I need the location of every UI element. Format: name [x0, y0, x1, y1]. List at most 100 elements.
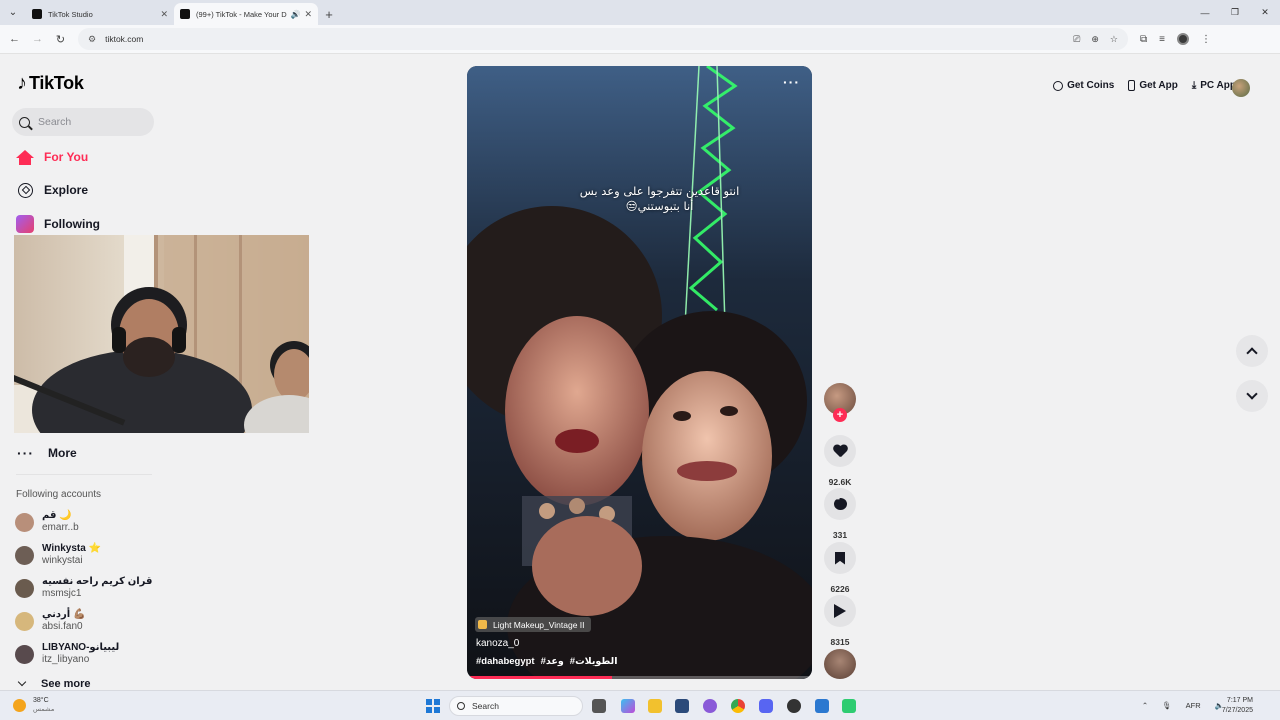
video-more-options-icon[interactable]: ··· [783, 74, 800, 90]
comment-count: 331 [832, 530, 848, 540]
compass-icon [17, 182, 33, 198]
system-clock[interactable]: 7:17 PM 7/27/2025 [1222, 696, 1253, 716]
task-view-icon[interactable] [592, 699, 606, 713]
brand-name: TikTok [29, 73, 84, 93]
get-app-button[interactable]: Get App [1128, 80, 1178, 91]
account-name: أردني 💪🏽 [42, 609, 86, 620]
windows-taskbar: 38°C مشمس Search ⌃ 🎙 AFR 🔈 7:17 PM 7/27/… [0, 690, 1280, 720]
save-button[interactable]: 6226 [824, 542, 856, 594]
app-icon[interactable] [703, 699, 717, 713]
speaker-icon[interactable]: 🔊 [290, 10, 300, 19]
nav-label: For You [44, 150, 89, 164]
zoom-icon[interactable]: ⊕ [1091, 34, 1099, 45]
nav-for-you[interactable]: For You [16, 148, 88, 166]
effect-label: Light Makeup_Vintage II [493, 619, 585, 630]
search-placeholder: Search [38, 116, 72, 128]
language-indicator[interactable]: AFR [1186, 701, 1201, 710]
following-account-item[interactable]: قم 🌙 emarr..b [15, 510, 79, 534]
profile-avatar-icon[interactable] [1176, 33, 1189, 45]
taskbar-search[interactable]: Search [449, 696, 583, 716]
account-handle: winkystai [42, 555, 83, 566]
site-info-icon[interactable]: ⚙ [88, 34, 96, 45]
new-tab-button[interactable]: + [318, 3, 340, 25]
window-controls: — ❐ ✕ [1190, 0, 1280, 25]
comment-button[interactable]: 331 [824, 488, 856, 540]
app-icon[interactable] [842, 699, 856, 713]
hashtag-link[interactable]: #الطويلات [570, 656, 618, 667]
nav-label: More [48, 446, 77, 460]
reload-icon[interactable]: ↻ [49, 33, 72, 46]
following-account-item[interactable]: LIBYANO-ليبيانو itz_libyano [15, 642, 119, 666]
see-more-button[interactable]: See more [17, 677, 91, 690]
file-explorer-icon[interactable] [648, 699, 662, 713]
close-window-icon[interactable]: ✕ [1250, 0, 1280, 25]
media-control-icon[interactable]: ≡ [1159, 34, 1165, 45]
search-input[interactable]: Search [12, 108, 154, 136]
shield-icon[interactable] [815, 699, 829, 713]
share-button[interactable]: 8315 [824, 595, 856, 647]
store-icon[interactable] [675, 699, 689, 713]
taskbar-search-label: Search [472, 701, 499, 711]
sound-disc-avatar[interactable] [824, 649, 856, 679]
caption-line: انتو قاعدين تتفرجوا على وعد بس [579, 184, 740, 198]
video-author[interactable]: kanoza_0 [476, 638, 519, 649]
nav-explore[interactable]: Explore [16, 181, 88, 199]
next-video-button[interactable] [1236, 380, 1268, 412]
effect-badge[interactable]: Light Makeup_Vintage II [475, 617, 591, 632]
weather-widget[interactable]: 38°C مشمس [13, 696, 54, 714]
follow-plus-icon[interactable]: + [833, 408, 847, 422]
get-coins-button[interactable]: Get Coins [1053, 80, 1114, 91]
browser-tab-strip: ⌄ TikTok Studio ✕ (99+) TikTok - Make Yo… [0, 0, 1280, 25]
header-actions: Get Coins Get App ⤓ PC App [1053, 80, 1236, 91]
bookmark-star-icon[interactable]: ☆ [1110, 34, 1118, 45]
search-icon [19, 116, 30, 128]
chrome-icon[interactable] [731, 699, 745, 713]
url-bar[interactable]: ⚙ tiktok.com ⎚ ⊕ ☆ [78, 28, 1128, 50]
following-account-item[interactable]: أردني 💪🏽 absi.fan0 [15, 609, 85, 633]
comment-icon [833, 497, 847, 510]
tab-search-chevron-icon[interactable]: ⌄ [0, 0, 26, 25]
windows-start-icon[interactable] [426, 699, 440, 713]
chevron-up-icon [1246, 347, 1258, 359]
pc-app-button[interactable]: ⤓ PC App [1192, 80, 1236, 91]
hashtag-link[interactable]: #dahabegypt [476, 656, 535, 667]
nav-more[interactable]: ··· More [17, 445, 77, 461]
restore-icon[interactable]: ❐ [1220, 0, 1250, 25]
following-icon [16, 215, 34, 233]
extensions-icon[interactable]: ⧉ [1140, 34, 1147, 45]
nav-label: Following [44, 217, 100, 231]
tab-tiktok-main[interactable]: (99+) TikTok - Make Your Day 🔊 ✕ [174, 3, 318, 25]
coin-icon [1053, 80, 1064, 91]
account-handle: itz_libyano [42, 654, 90, 665]
back-icon[interactable]: ← [3, 33, 26, 45]
previous-video-button[interactable] [1236, 335, 1268, 367]
like-button[interactable]: 92.6K [824, 435, 856, 487]
tiktok-logo[interactable]: ♪ TikTok [17, 72, 84, 95]
following-account-item[interactable]: Winkysta ⭐ winkystai [15, 543, 101, 567]
account-avatar [15, 644, 34, 664]
more-dots-icon: ··· [17, 445, 34, 461]
video-player[interactable]: ··· انتو قاعدين تتفرجوا على وعد بس أنا ب… [467, 66, 812, 679]
obs-icon[interactable] [787, 699, 801, 713]
following-account-item[interactable]: قران كريم راحه نفسيه msmsjc1 [15, 576, 152, 600]
tab-tiktok-studio[interactable]: TikTok Studio ✕ [26, 3, 174, 25]
account-avatar [15, 611, 34, 631]
home-icon [16, 150, 34, 165]
video-frame [467, 66, 812, 679]
close-tab-icon[interactable]: ✕ [304, 9, 312, 20]
user-avatar[interactable] [1232, 79, 1250, 97]
browser-menu-icon[interactable]: ⋮ [1201, 34, 1211, 45]
chevron-up-icon[interactable]: ⌃ [1142, 701, 1148, 710]
tiktok-favicon-icon [32, 9, 42, 19]
chevron-down-icon [1246, 388, 1258, 400]
copilot-icon[interactable] [621, 699, 635, 713]
cast-icon[interactable]: ⎚ [1073, 34, 1080, 45]
discord-icon[interactable] [759, 699, 773, 713]
microphone-icon[interactable]: 🎙 [1162, 701, 1172, 710]
hashtag-link[interactable]: #وعد [541, 656, 564, 667]
close-tab-icon[interactable]: ✕ [160, 9, 168, 20]
minimize-icon[interactable]: — [1190, 0, 1220, 25]
forward-icon[interactable]: → [26, 33, 49, 45]
nav-following[interactable]: Following [16, 215, 100, 233]
video-progress-bar[interactable] [467, 676, 812, 679]
